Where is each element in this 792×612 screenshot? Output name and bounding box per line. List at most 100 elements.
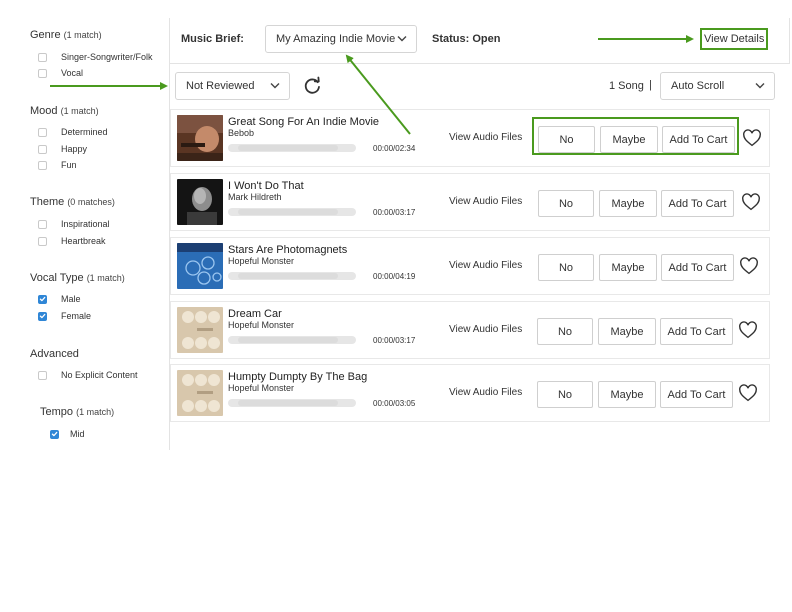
maybe-button[interactable]: Maybe [599,190,657,217]
filter-option-mid[interactable]: Mid [50,428,85,440]
filter-option-label: No Explicit Content [61,370,138,380]
playback-time: 00:00/03:05 [373,399,416,408]
song-row[interactable]: Stars Are Photomagnets Hopeful Monster 0… [170,237,770,295]
action-buttons-highlight [532,117,739,155]
playback-time: 00:00/03:17 [373,208,416,217]
checkbox[interactable] [38,219,47,229]
maybe-button[interactable]: Maybe [598,381,656,408]
filter-heading-label: Theme [30,196,65,208]
checkbox[interactable] [38,127,47,137]
chevron-down-icon [755,83,765,89]
heart-icon[interactable] [741,193,761,211]
checkbox[interactable] [50,429,59,439]
audio-waveform[interactable] [228,143,356,153]
filter-option-vocal[interactable]: Vocal [38,67,83,79]
no-button[interactable]: No [537,318,593,345]
filter-heading-mood: Mood (1 match) [30,105,99,117]
view-audio-files-link[interactable]: View Audio Files [449,196,522,207]
audio-waveform[interactable] [228,335,356,345]
music-brief-label: Music Brief: [181,33,244,45]
review-filter-select[interactable]: Not Reviewed [175,72,290,100]
filter-heading-tempo: Tempo (1 match) [40,406,114,418]
heart-icon[interactable] [742,129,762,147]
filter-option-label: Female [61,311,92,321]
song-row[interactable]: Humpty Dumpty By The Bag Hopeful Monster… [170,364,770,422]
song-artist: Hopeful Monster [228,383,295,393]
no-button[interactable]: No [538,190,594,217]
filter-heading-vocal-type: Vocal Type (1 match) [30,272,125,284]
song-artist: Hopeful Monster [228,320,295,330]
filter-option-label: Happy [61,144,88,154]
filter-match-count: (1 match) [63,30,102,40]
heart-icon[interactable] [738,384,758,402]
filter-option-fun[interactable]: Fun [38,159,77,171]
checkbox[interactable] [38,370,47,380]
checkbox[interactable] [38,294,47,304]
filter-option-label: Mid [70,429,85,439]
add-to-cart-button[interactable]: Add To Cart [660,318,733,345]
checkbox[interactable] [38,311,47,321]
no-button[interactable]: No [538,254,594,281]
filter-option-heartbreak[interactable]: Heartbreak [38,235,106,247]
heart-icon[interactable] [738,321,758,339]
heart-icon[interactable] [739,257,759,275]
view-audio-files-link[interactable]: View Audio Files [449,387,522,398]
auto-scroll-select[interactable]: Auto Scroll [660,72,775,100]
audio-waveform[interactable] [228,271,356,281]
no-button[interactable]: No [537,381,593,408]
song-count: 1 Song [609,80,644,92]
album-art-thumbnail [177,243,223,289]
review-filter-value: Not Reviewed [186,80,255,92]
filter-option-label: Determined [61,127,108,137]
status-label: Status: Open [432,33,501,45]
audio-waveform[interactable] [228,207,356,217]
filter-option-happy[interactable]: Happy [38,143,87,155]
checkbox[interactable] [38,52,47,62]
chevron-down-icon [397,36,407,42]
song-title: Great Song For An Indie Movie [228,116,380,128]
album-art-thumbnail [177,115,223,161]
filter-match-count: (1 match) [76,407,115,417]
checkbox[interactable] [38,68,47,78]
filter-heading-label: Vocal Type [30,272,84,284]
song-row[interactable]: I Won't Do That Mark Hildreth 00:00/03:1… [170,173,770,231]
maybe-button[interactable]: Maybe [599,254,657,281]
view-audio-files-link[interactable]: View Audio Files [449,132,522,143]
filter-heading-label: Tempo [40,406,74,418]
header-divider [169,63,789,64]
checkbox[interactable] [38,144,47,154]
filter-option-inspirational[interactable]: Inspirational [38,218,110,230]
filter-option-label: Fun [61,160,77,170]
add-to-cart-button[interactable]: Add To Cart [660,381,733,408]
add-to-cart-button[interactable]: Add To Cart [661,254,734,281]
filter-sidebar: Genre (1 match) Singer-Songwriter/Folk V… [0,0,169,450]
view-audio-files-link[interactable]: View Audio Files [449,324,522,335]
playback-time: 00:00/02:34 [373,144,416,153]
filter-heading-label: Genre [30,29,61,41]
filter-option-no-explicit[interactable]: No Explicit Content [38,369,138,381]
filter-option-female[interactable]: Female [38,310,91,322]
maybe-button[interactable]: Maybe [598,318,656,345]
filter-heading-genre: Genre (1 match) [30,29,102,41]
auto-scroll-value: Auto Scroll [671,80,725,92]
audio-waveform[interactable] [228,398,356,408]
add-to-cart-button[interactable]: Add To Cart [661,190,734,217]
checkbox[interactable] [38,160,47,170]
song-title: Stars Are Photomagnets [228,244,348,256]
song-title: Humpty Dumpty By The Bag [228,371,368,383]
music-brief-select[interactable]: My Amazing Indie Movie [265,25,417,53]
song-row[interactable]: Dream Car Hopeful Monster 00:00/03:17 Vi… [170,301,770,359]
filter-option-determined[interactable]: Determined [38,126,108,138]
filter-option-singer-songwriter[interactable]: Singer-Songwriter/Folk [38,51,153,63]
view-audio-files-link[interactable]: View Audio Files [449,260,522,271]
album-art-thumbnail [177,307,223,353]
filter-option-label: Vocal [61,68,84,78]
refresh-icon[interactable] [303,76,322,95]
album-art-thumbnail [177,370,223,416]
header-border [789,18,790,64]
filter-match-count: (1 match) [60,106,99,116]
filter-option-male[interactable]: Male [38,293,81,305]
checkbox[interactable] [38,236,47,246]
view-details-highlight [700,28,768,50]
filter-option-label: Male [61,294,81,304]
